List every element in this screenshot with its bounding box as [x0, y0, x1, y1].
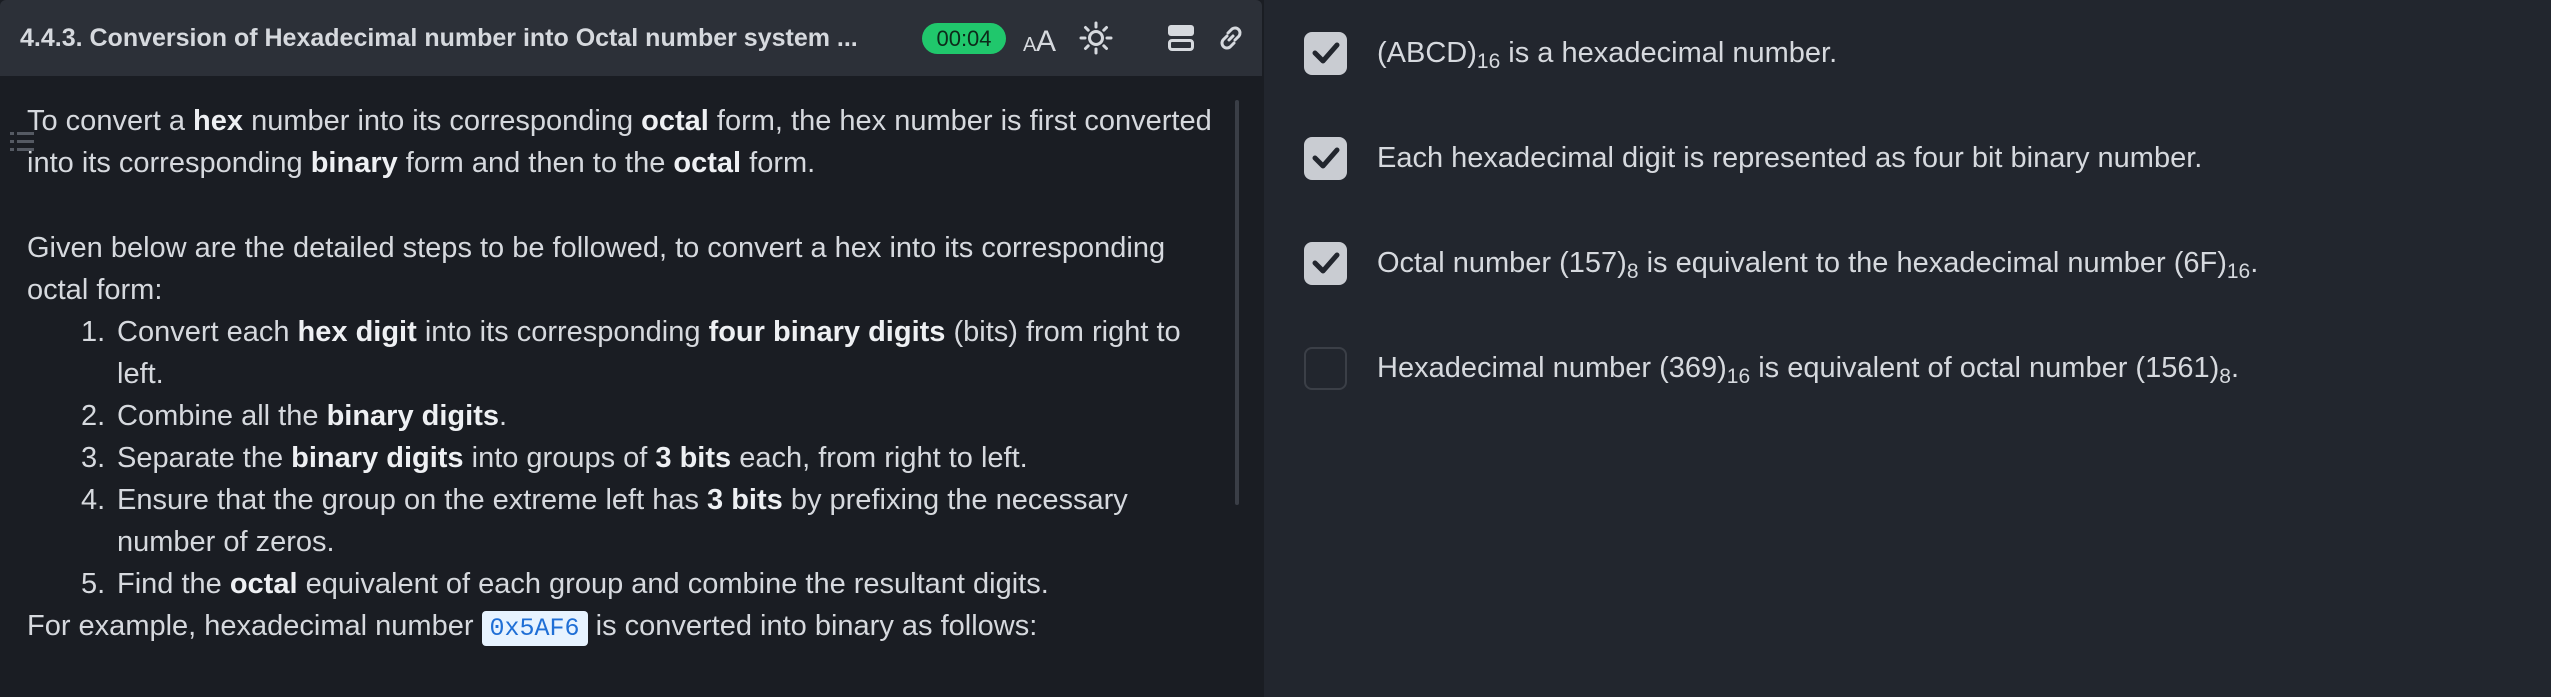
list-item: 2. Combine all the binary digits. — [81, 400, 508, 432]
link-icon[interactable] — [1211, 18, 1251, 58]
content-scrollbar[interactable] — [1235, 100, 1239, 505]
option-4[interactable]: Hexadecimal number (369)16 is equivalent… — [1304, 345, 2239, 391]
option-label: Octal number (157)8 is equivalent to the… — [1377, 246, 2259, 283]
code-snippet: 0x5AF6 — [481, 611, 588, 646]
lesson-header: 4.4.3. Conversion of Hexadecimal number … — [0, 0, 1262, 76]
option-label: Each hexadecimal digit is represented as… — [1377, 141, 2203, 174]
list-item: 1. Convert each hex digit into its corres… — [81, 316, 1181, 390]
list-item: 3. Separate the binary digits into groups… — [81, 442, 1028, 474]
layout-icon[interactable] — [1161, 18, 1201, 58]
list-item: 4. Ensure that the group on the extreme l… — [81, 484, 1128, 558]
check-icon — [1312, 252, 1339, 274]
lesson-panel: 4.4.3. Conversion of Hexadecimal number … — [0, 0, 1264, 697]
option-2[interactable]: Each hexadecimal digit is represented as… — [1304, 135, 2202, 181]
theme-toggle-icon[interactable] — [1076, 18, 1116, 58]
check-icon — [1312, 42, 1339, 64]
option-label: Hexadecimal number (369)16 is equivalent… — [1377, 351, 2239, 388]
option-label: (ABCD)16 is a hexadecimal number. — [1377, 36, 1838, 73]
option-1[interactable]: (ABCD)16 is a hexadecimal number. — [1304, 30, 1837, 76]
checkbox-unchecked[interactable] — [1304, 346, 1347, 390]
checkbox-checked[interactable] — [1304, 241, 1347, 285]
question-panel: (ABCD)16 is a hexadecimal number. Each h… — [1264, 0, 2551, 697]
steps-list: 1. Convert each hex digit into its corres… — [27, 311, 1227, 605]
check-icon — [1312, 147, 1339, 169]
checkbox-checked[interactable] — [1304, 31, 1347, 75]
svg-text:A: A — [1036, 25, 1056, 55]
intro-paragraph: To convert a hex number into its corresp… — [27, 105, 1212, 179]
example-paragraph: For example, hexadecimal number 0x5AF6 i… — [27, 605, 1227, 650]
lesson-title: 4.4.3. Conversion of Hexadecimal number … — [20, 24, 858, 52]
svg-text:A: A — [1023, 34, 1037, 55]
checkbox-checked[interactable] — [1304, 136, 1347, 180]
option-3[interactable]: Octal number (157)8 is equivalent to the… — [1304, 240, 2258, 286]
lesson-content: To convert a hex number into its corresp… — [27, 76, 1227, 650]
list-item: 5. Find the octal equivalent of each grou… — [81, 568, 1049, 600]
font-size-icon[interactable]: A A — [1022, 18, 1062, 58]
steps-intro: Given below are the detailed steps to be… — [27, 232, 1166, 306]
timer-badge: 00:04 — [922, 23, 1006, 54]
